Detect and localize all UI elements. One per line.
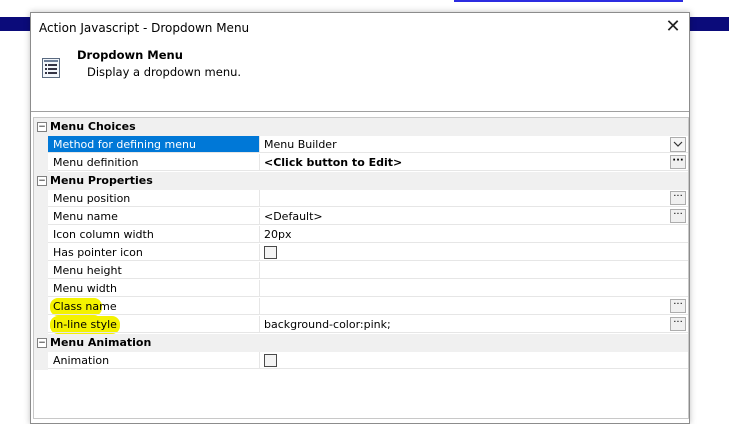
- property-row-menu-position[interactable]: Menu position ···: [34, 190, 688, 208]
- property-name[interactable]: Method for defining menu: [48, 136, 260, 153]
- category-menu-properties[interactable]: − Menu Properties: [34, 172, 688, 190]
- property-name[interactable]: Menu name: [48, 208, 260, 225]
- property-row-menu-height[interactable]: Menu height: [34, 262, 688, 280]
- property-row-animation[interactable]: Animation: [34, 352, 688, 370]
- property-value-text: <Click button to Edit>: [264, 156, 403, 169]
- collapse-icon[interactable]: −: [37, 176, 47, 186]
- property-value[interactable]: 20px: [260, 226, 688, 243]
- property-value[interactable]: [260, 352, 688, 369]
- property-value[interactable]: <Default> ···: [260, 208, 688, 225]
- menu-list-icon: [42, 58, 60, 78]
- property-row-menu-width[interactable]: Menu width: [34, 280, 688, 298]
- property-grid: − Menu Choices Method for defining menu …: [33, 117, 689, 419]
- property-row-inline-style[interactable]: In-line style background-color:pink; ···: [34, 316, 688, 334]
- chevron-down-icon: [673, 141, 683, 147]
- action-javascript-dialog: Action Javascript - Dropdown Menu ✕ Drop…: [30, 12, 690, 424]
- property-value[interactable]: [260, 280, 688, 297]
- property-value[interactable]: Menu Builder: [260, 136, 688, 153]
- property-value-text: Menu Builder: [264, 138, 337, 151]
- property-value-text: 20px: [264, 228, 292, 241]
- collapse-icon[interactable]: −: [37, 338, 47, 348]
- action-title: Dropdown Menu: [77, 48, 183, 62]
- property-name[interactable]: In-line style: [48, 316, 260, 333]
- property-row-menu-definition[interactable]: Menu definition <Click button to Edit> ·…: [34, 154, 688, 172]
- property-row-class-name[interactable]: Class name ···: [34, 298, 688, 316]
- property-name[interactable]: Menu position: [48, 190, 260, 207]
- dialog-titlebar: Action Javascript - Dropdown Menu ✕: [31, 13, 689, 43]
- property-name[interactable]: Menu width: [48, 280, 260, 297]
- property-name[interactable]: Icon column width: [48, 226, 260, 243]
- property-value-text: background-color:pink;: [264, 318, 391, 331]
- category-menu-choices[interactable]: − Menu Choices: [34, 118, 688, 136]
- background-link-underline: [454, 0, 683, 2]
- property-row-menu-name[interactable]: Menu name <Default> ···: [34, 208, 688, 226]
- category-label: Menu Animation: [50, 336, 152, 349]
- category-label: Menu Choices: [50, 120, 136, 133]
- category-menu-animation[interactable]: − Menu Animation: [34, 334, 688, 352]
- category-label: Menu Properties: [50, 174, 153, 187]
- property-name[interactable]: Class name: [48, 298, 260, 315]
- dropdown-button[interactable]: [670, 137, 686, 152]
- property-name-text: In-line style: [53, 318, 117, 331]
- ellipsis-button[interactable]: ···: [670, 317, 686, 331]
- property-value-text: <Default>: [264, 210, 323, 223]
- ellipsis-button[interactable]: ···: [670, 299, 686, 313]
- ellipsis-button[interactable]: ···: [670, 155, 686, 169]
- property-row-icon-column-width[interactable]: Icon column width 20px: [34, 226, 688, 244]
- header-divider: [31, 111, 689, 112]
- property-row-method[interactable]: Method for defining menu Menu Builder: [34, 136, 688, 154]
- property-name[interactable]: Has pointer icon: [48, 244, 260, 261]
- animation-checkbox[interactable]: [264, 354, 277, 367]
- has-pointer-icon-checkbox[interactable]: [264, 246, 277, 259]
- ellipsis-button[interactable]: ···: [670, 191, 686, 205]
- property-name[interactable]: Menu height: [48, 262, 260, 279]
- property-value[interactable]: ···: [260, 190, 688, 207]
- dialog-title: Action Javascript - Dropdown Menu: [39, 21, 250, 35]
- action-description: Display a dropdown menu.: [87, 65, 242, 79]
- property-value[interactable]: ···: [260, 298, 688, 315]
- ellipsis-button[interactable]: ···: [670, 209, 686, 223]
- property-value[interactable]: <Click button to Edit> ···: [260, 154, 688, 171]
- property-name[interactable]: Menu definition: [48, 154, 260, 171]
- collapse-icon[interactable]: −: [37, 122, 47, 132]
- property-value[interactable]: [260, 244, 688, 261]
- property-name[interactable]: Animation: [48, 352, 260, 369]
- property-value[interactable]: [260, 262, 688, 279]
- close-icon[interactable]: ✕: [663, 17, 683, 37]
- property-name-text: Class name: [53, 300, 117, 313]
- action-header: Dropdown Menu Display a dropdown menu.: [31, 43, 689, 111]
- property-value[interactable]: background-color:pink; ···: [260, 316, 688, 333]
- property-row-has-pointer-icon[interactable]: Has pointer icon: [34, 244, 688, 262]
